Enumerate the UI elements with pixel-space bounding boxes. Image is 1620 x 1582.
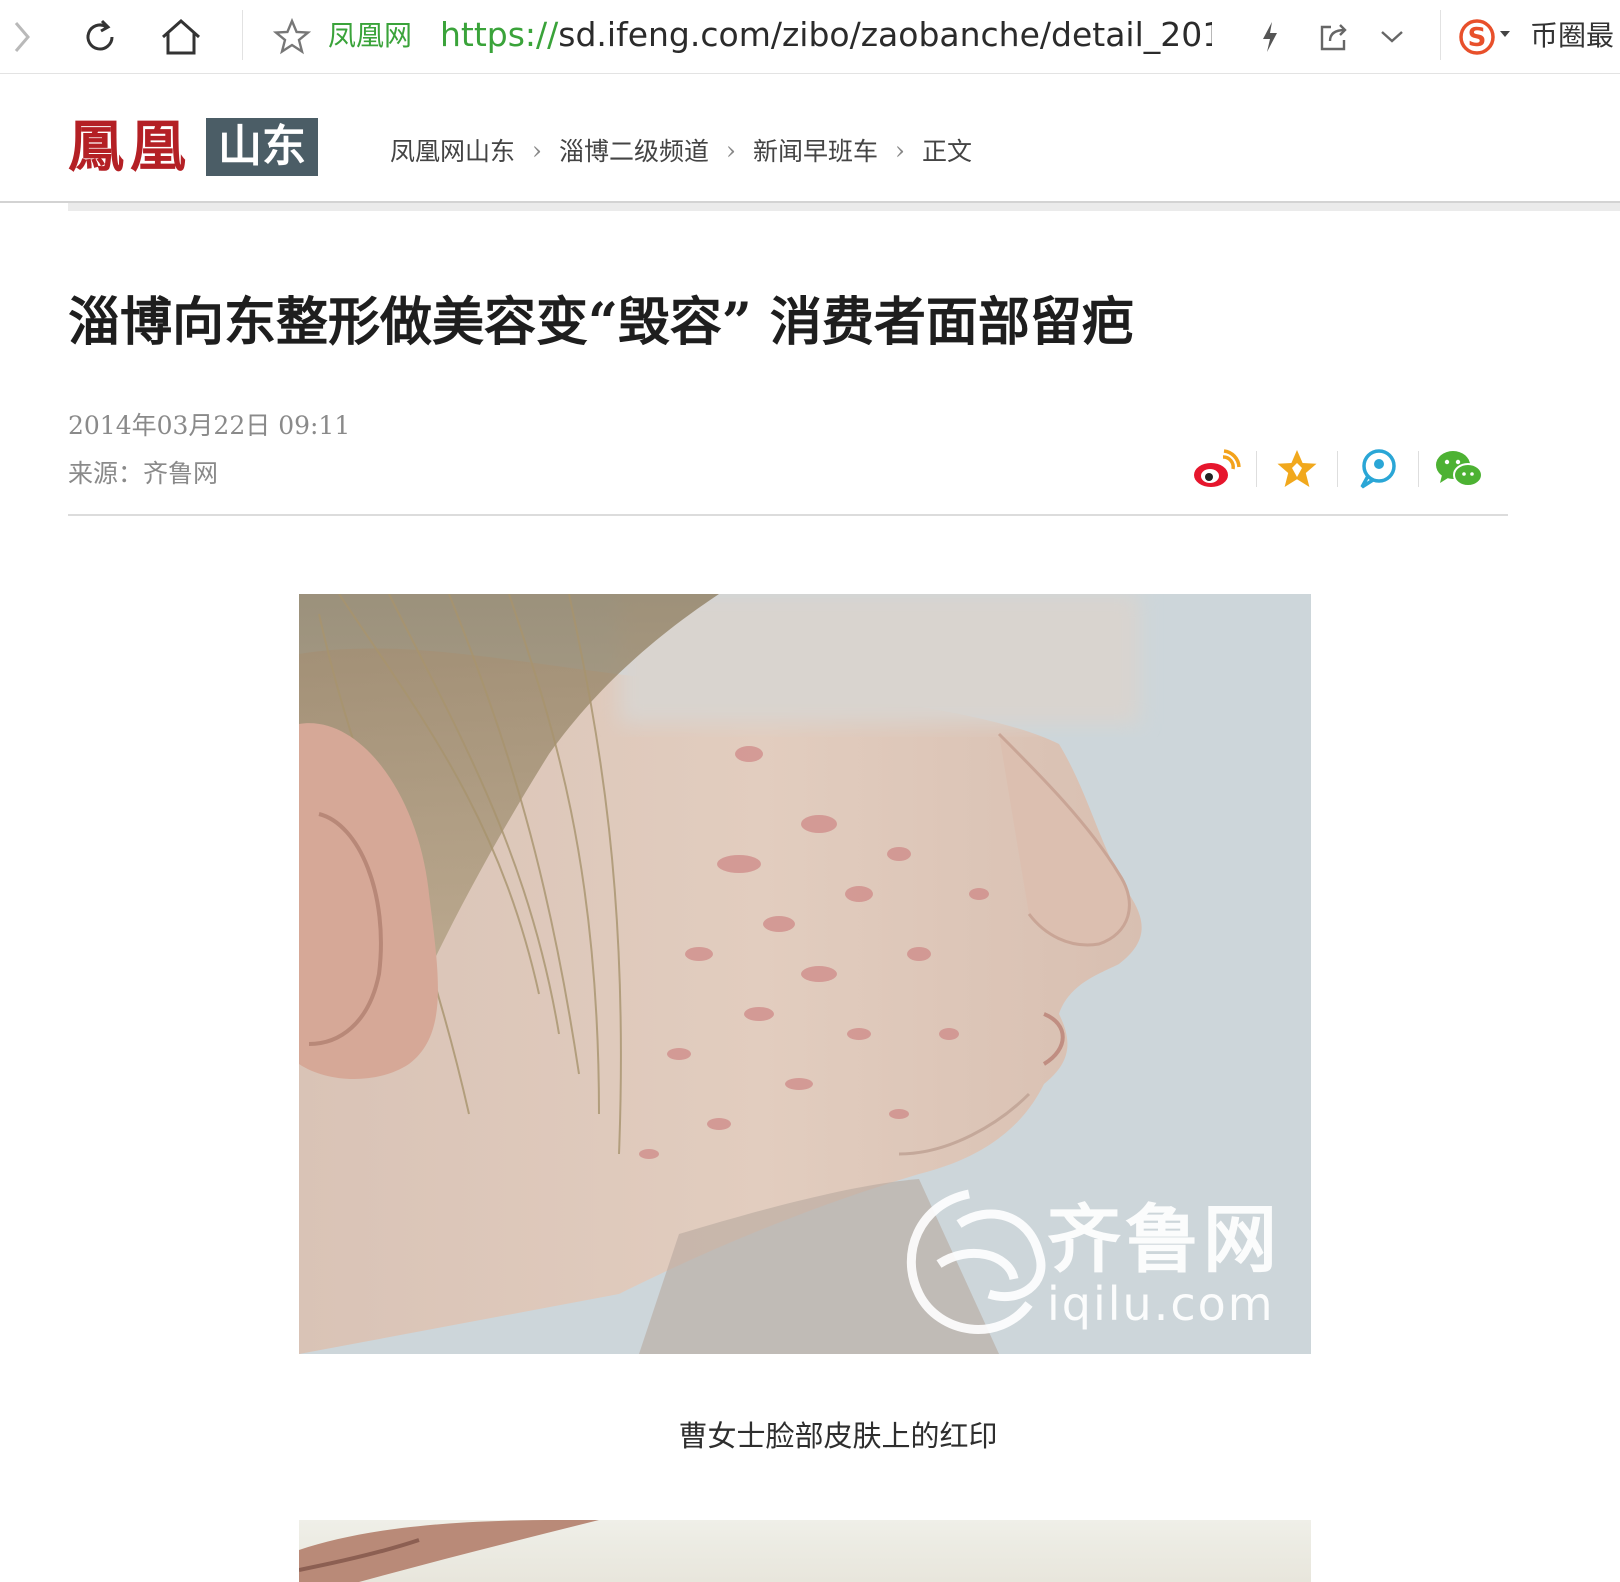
toolbar-divider [1440, 10, 1441, 60]
article-photo[interactable]: 齐鲁网 iqilu.com [299, 594, 1311, 1354]
bookmark-star-icon[interactable] [270, 0, 314, 73]
breadcrumb-item-home[interactable]: 凤凰网山东 [390, 132, 515, 168]
article-title: 淄博向东整形做美容变“毁容” 消费者面部留疤 [68, 292, 1134, 353]
site-identity-label[interactable]: 凤凰网 [328, 16, 412, 56]
breadcrumb-item-channel[interactable]: 淄博二级频道 [559, 132, 709, 168]
search-suggestion-text[interactable]: 币圈最 [1530, 16, 1614, 56]
logo-region-badge: 山东 [206, 118, 318, 176]
toolbar-divider [242, 10, 243, 60]
header-divider-strip [68, 203, 1620, 211]
address-bar[interactable]: https://sd.ifeng.com/zibo/zaobanche/deta… [440, 14, 1212, 58]
breadcrumb-separator-icon: › [532, 135, 543, 165]
breadcrumb-separator-icon: › [726, 135, 737, 165]
photo-caption: 曹女士脸部皮肤上的红印 [678, 1419, 998, 1453]
article-date: 2014年03月22日 09:11 [68, 411, 351, 440]
share-icon[interactable] [1314, 0, 1354, 73]
weibo-icon[interactable] [1188, 446, 1244, 492]
engine-dropdown-caret-icon[interactable] [1500, 31, 1510, 37]
url-path: sd.ifeng.com/zibo/zaobanche/detail_2014_… [558, 15, 1212, 54]
reload-icon[interactable] [74, 0, 126, 73]
comment-icon[interactable] [1350, 446, 1406, 492]
forward-chevron-icon[interactable] [0, 0, 44, 73]
favorite-star-icon[interactable] [1269, 446, 1325, 492]
share-divider [1418, 451, 1419, 487]
wechat-icon[interactable] [1431, 446, 1487, 492]
watermark-en: iqilu.com [1047, 1277, 1275, 1331]
search-engine-logo-icon[interactable]: S [1452, 0, 1502, 73]
home-icon[interactable] [152, 0, 210, 73]
article-source: 来源：齐鲁网 [68, 459, 219, 488]
browser-toolbar: 凤凰网 https://sd.ifeng.com/zibo/zaobanche/… [0, 0, 1620, 74]
breadcrumb: 凤凰网山东 › 淄博二级频道 › 新闻早班车 › 正文 [390, 130, 972, 170]
article-photo-2[interactable] [299, 1520, 1311, 1582]
meta-divider [68, 514, 1508, 516]
lightning-icon[interactable] [1252, 0, 1288, 73]
site-logo[interactable]: 鳳凰 山东 [68, 118, 318, 176]
logo-wordmark: 鳳凰 [68, 114, 192, 180]
breadcrumb-item-section[interactable]: 新闻早班车 [753, 132, 878, 168]
breadcrumb-separator-icon: › [895, 135, 906, 165]
svg-text:S: S [1468, 23, 1487, 53]
chevron-down-icon[interactable] [1374, 0, 1410, 73]
url-scheme: https:// [440, 15, 559, 54]
breadcrumb-item-current: 正文 [922, 137, 973, 166]
share-divider [1256, 451, 1257, 487]
watermark-cn: 齐鲁网 [1047, 1197, 1281, 1283]
share-bar [1188, 446, 1487, 492]
site-header: 鳳凰 山东 凤凰网山东 › 淄博二级频道 › 新闻早班车 › 正文 [0, 74, 1620, 203]
share-divider [1337, 451, 1338, 487]
photo-watermark: 齐鲁网 iqilu.com [1037, 1200, 1281, 1328]
